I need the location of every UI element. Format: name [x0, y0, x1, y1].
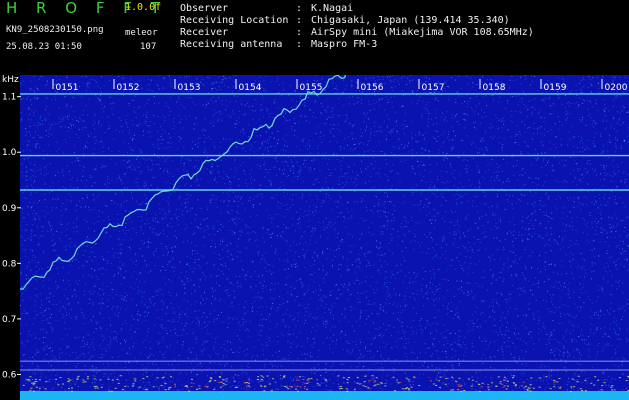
time-tick-label: 0157	[422, 83, 445, 93]
time-tick-label: 0155	[300, 83, 323, 93]
y-tick-label: 0.7	[2, 315, 16, 325]
location-label: Receiving Location	[180, 15, 289, 26]
location-value: Chigasaki, Japan (139.414 35.340)	[311, 15, 510, 26]
antenna-value: Maspro FM-3	[311, 39, 378, 50]
observer-label: Observer	[180, 3, 229, 14]
filename-label: KN9_2508230150.png	[6, 25, 104, 35]
y-tick-label: 1.0	[2, 148, 17, 158]
colon-separator: :	[296, 15, 303, 26]
time-tick-label: 0152	[117, 83, 140, 93]
time-tick-label: 0158	[483, 83, 506, 93]
receiver-label: Receiver	[180, 27, 229, 38]
y-tick-label: 0.6	[2, 370, 17, 380]
y-axis-unit: kHz	[2, 75, 19, 85]
time-tick-label: 0154	[239, 83, 262, 93]
time-tick-label: 0200	[605, 83, 628, 93]
time-tick-label: 0159	[544, 83, 567, 93]
receiver-value: AirSpy mini (Miakejima VOR 108.65MHz)	[311, 27, 534, 38]
time-tick-label: 0156	[361, 83, 384, 93]
colon-separator: :	[296, 3, 303, 14]
colon-separator: :	[296, 27, 303, 38]
observer-value: K.Nagai	[311, 3, 354, 14]
header-panel: H R O F F T 1.0.0f KN9_2508230150.png me…	[0, 0, 629, 75]
timestamp-label: 25.08.23 01:50	[6, 42, 82, 52]
time-tick-label: 0153	[178, 83, 201, 93]
version-label: 1.0.0f	[125, 2, 162, 13]
mode-label: meleor	[125, 28, 158, 38]
count-label: 107	[140, 42, 157, 52]
colon-separator: :	[296, 39, 303, 50]
time-tick-label: 0151	[56, 83, 79, 93]
spectrogram-plot: kHz 1.1 1.0 0.9 0.8 0.7 0.6 0151 0152 0153 0154 0…	[0, 75, 629, 400]
y-tick-label: 0.8	[2, 259, 17, 269]
spectrogram-background	[20, 75, 629, 400]
spectrogram-panel: kHz 1.1 1.0 0.9 0.8 0.7 0.6 0151 0152 0153 0154 0…	[0, 75, 629, 400]
antenna-label: Receiving antenna	[180, 39, 283, 50]
y-tick-label: 1.1	[2, 93, 16, 103]
y-tick-label: 0.9	[2, 204, 17, 214]
